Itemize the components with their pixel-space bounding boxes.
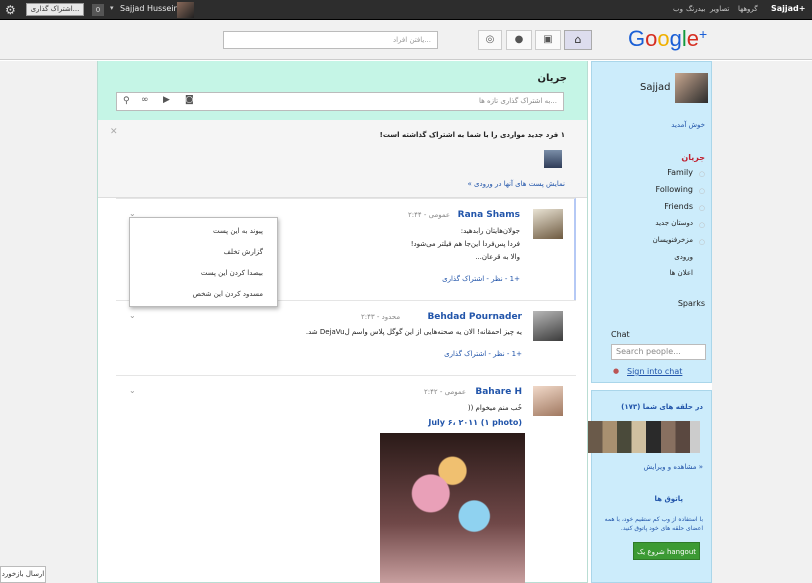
games-icon[interactable]: ◎ — [478, 30, 502, 50]
nav-brand[interactable]: Sajjad+ — [771, 4, 805, 13]
start-hangout-button[interactable]: شروع یک hangout — [633, 542, 700, 560]
notifications-link[interactable]: اعلان ها — [670, 269, 694, 277]
post-menu-chevron-icon[interactable]: ⌄ — [129, 311, 136, 320]
share-input[interactable]: به اشتراک گذاری تازه ها... — [479, 97, 557, 105]
menu-item-link[interactable]: پیوند به این پست — [213, 227, 263, 235]
hangout-desc: با استفاده از وب کم ستقیم خود، با همه اع… — [604, 516, 703, 532]
post-line: فردا پس‌فردا این‌جا هم فیلتر می‌شود! — [410, 240, 520, 248]
close-icon[interactable]: ✕ — [110, 127, 118, 137]
user-name-link[interactable]: Sajjad Husseini — [120, 4, 181, 13]
menu-item-block[interactable]: مسدود کردن این شخص — [193, 290, 263, 298]
chat-status-icon: ● — [613, 367, 620, 375]
user-avatar[interactable] — [177, 2, 194, 18]
welcome-link[interactable]: خوش آمدید — [671, 121, 705, 129]
photo-link[interactable]: July ۶، ۲۰۱۱ (۱ photo) — [428, 418, 522, 427]
post-author[interactable]: Bahare H — [475, 387, 522, 397]
view-edit-link[interactable]: مشاهده و ویرایش » — [643, 463, 703, 471]
settings-gear-icon[interactable]: ⚙ — [5, 3, 19, 17]
circle-following[interactable]: Following — [656, 185, 693, 194]
right-sidebar: Sajjad خوش آمدید جریان Family Following … — [591, 61, 712, 383]
nav-item-images[interactable]: تصاویر — [710, 5, 729, 13]
post-photo[interactable] — [380, 433, 525, 583]
post-avatar[interactable] — [533, 311, 563, 341]
stream-title: جریان — [537, 73, 567, 84]
post-avatar[interactable] — [533, 386, 563, 416]
circle-dot-icon: ○ — [698, 221, 705, 229]
nav-item-web[interactable]: وب — [673, 5, 683, 13]
share-box[interactable]: ⚲ ∞ ▶ ◙ به اشتراک گذاری تازه ها... — [116, 92, 564, 111]
camera-icon[interactable]: ◙ — [185, 95, 194, 105]
post-actions[interactable]: +1 - نظر - اشتراک گذاری — [442, 275, 520, 283]
chat-title: Chat — [611, 330, 630, 339]
post-line: یه چیز احمقانه! الان یه صحنه‌هایی از این… — [305, 328, 522, 336]
post-line: والا به قرعان... — [475, 253, 520, 261]
circle-avatars[interactable] — [588, 421, 700, 453]
link-icon[interactable]: ∞ — [141, 95, 149, 105]
menu-item-report[interactable]: گزارش تخلف — [224, 248, 263, 256]
post-author[interactable]: Behdad Pournader — [427, 312, 522, 322]
post-meta: ۲:۴۴ - عمومی — [408, 211, 451, 219]
post-meta: ۲:۴۲ - عمومی — [424, 388, 467, 396]
chat-search-input[interactable]: Search people... — [611, 344, 706, 360]
show-posts-link[interactable]: نمایش پست های آنها در ورودی » — [468, 180, 566, 188]
nav-item-realtime[interactable]: بیدرنگ — [686, 5, 705, 13]
circle-dot-icon: ○ — [698, 170, 705, 178]
post-meta: ۲:۴۳ - محدود — [361, 313, 401, 321]
location-icon[interactable]: ⚲ — [123, 96, 130, 106]
profile-name[interactable]: Sajjad — [640, 82, 671, 93]
circles-title[interactable]: در حلقه های شما (۱۷۳) — [621, 403, 703, 411]
menu-item-mute[interactable]: بیصدا کردن این پست — [201, 269, 263, 277]
post-line: جولان‌هایتان رابدهید: — [460, 227, 520, 235]
right-gutter — [712, 61, 812, 583]
top-bar: ⚙ اشتراک گذاری... 0 ▾ Sajjad Husseini وب… — [0, 0, 812, 20]
notification-count[interactable]: 0 — [92, 4, 104, 16]
stream-nav[interactable]: جریان — [681, 153, 705, 162]
circle-writers[interactable]: مزخرفنویسان — [653, 236, 693, 244]
circle-dot-icon: ○ — [698, 204, 705, 212]
profile-icon[interactable]: ● — [506, 30, 532, 50]
notice-text: ۱ فرد جدید مواردی را با شما به اشتراک گذ… — [379, 131, 565, 139]
home-icon[interactable]: ⌂ — [564, 30, 592, 50]
circle-dot-icon: ○ — [698, 187, 705, 195]
photos-icon[interactable]: ▣ — [535, 30, 561, 50]
post-options-menu: پیوند به این پست گزارش تخلف بیصدا کردن ا… — [129, 217, 278, 307]
post-author[interactable]: Rana Shams — [458, 210, 520, 220]
sparks-link[interactable]: Sparks — [678, 299, 705, 308]
post-avatar[interactable] — [533, 209, 563, 239]
video-icon[interactable]: ▶ — [163, 95, 170, 105]
chat-signin-link[interactable]: Sign into chat — [627, 367, 682, 376]
circle-dot-icon: ○ — [698, 238, 705, 246]
post-menu-chevron-icon[interactable]: ⌄ — [129, 386, 136, 395]
post-bahare: Bahare H ۲:۴۲ - عمومی خُب منم میخوام (( … — [116, 375, 576, 583]
post-line: خُب منم میخوام (( — [467, 404, 522, 412]
circle-family[interactable]: Family — [667, 168, 693, 177]
hangout-title: پاتوق ها — [654, 495, 683, 503]
google-plus-logo[interactable]: Google+ — [628, 26, 707, 52]
circle-friends[interactable]: Friends — [664, 202, 693, 211]
feedback-button[interactable]: ارسال بازخورد — [0, 566, 46, 583]
left-gutter — [0, 61, 97, 583]
notice-avatar[interactable] — [544, 150, 562, 168]
share-button[interactable]: اشتراک گذاری... — [26, 3, 84, 16]
post-actions[interactable]: +1 - نظر - اشتراک گذاری — [444, 350, 522, 358]
chevron-down-icon[interactable]: ▾ — [110, 4, 114, 12]
nav-item-groups[interactable]: گروهها — [738, 5, 758, 13]
stream-header: جریان ⚲ ∞ ▶ ◙ به اشتراک گذاری تازه ها... — [98, 61, 587, 120]
profile-avatar[interactable] — [675, 73, 708, 103]
header: یافتن افراد... ◎ ● ▣ ⌂ Google+ — [0, 20, 812, 60]
right-sidebar-bottom: در حلقه های شما (۱۷۳) مشاهده و ویرایش » … — [588, 390, 712, 583]
post-behdad: Behdad Pournader ۲:۴۳ - محدود یه چیز احم… — [116, 300, 576, 375]
new-items-notice: ✕ ۱ فرد جدید مواردی را با شما به اشتراک … — [98, 120, 587, 198]
incoming-link[interactable]: ورودی — [674, 253, 693, 261]
circle-new-friends[interactable]: دوستان جدید — [655, 219, 693, 227]
search-input[interactable]: یافتن افراد... — [223, 31, 438, 49]
